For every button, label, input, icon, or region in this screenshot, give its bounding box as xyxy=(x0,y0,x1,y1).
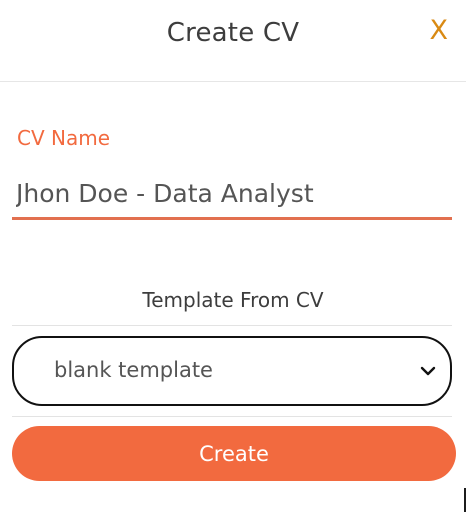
template-from-cv-label: Template From CV xyxy=(142,288,324,312)
template-select[interactable]: blank template xyxy=(12,336,452,406)
create-button[interactable]: Create xyxy=(12,426,456,481)
close-button[interactable]: X xyxy=(430,17,449,44)
divider-bottom xyxy=(12,416,452,417)
cv-name-label: CV Name xyxy=(17,126,111,150)
cv-name-input[interactable] xyxy=(12,170,452,220)
template-select-value: blank template xyxy=(54,358,213,382)
dialog-title: Create CV xyxy=(166,18,300,48)
dialog-header: Create CV X xyxy=(0,0,466,82)
create-cv-dialog: Create CV X CV Name Template From CV bla… xyxy=(0,0,466,512)
divider-top xyxy=(12,325,452,326)
chevron-down-icon xyxy=(420,366,436,376)
